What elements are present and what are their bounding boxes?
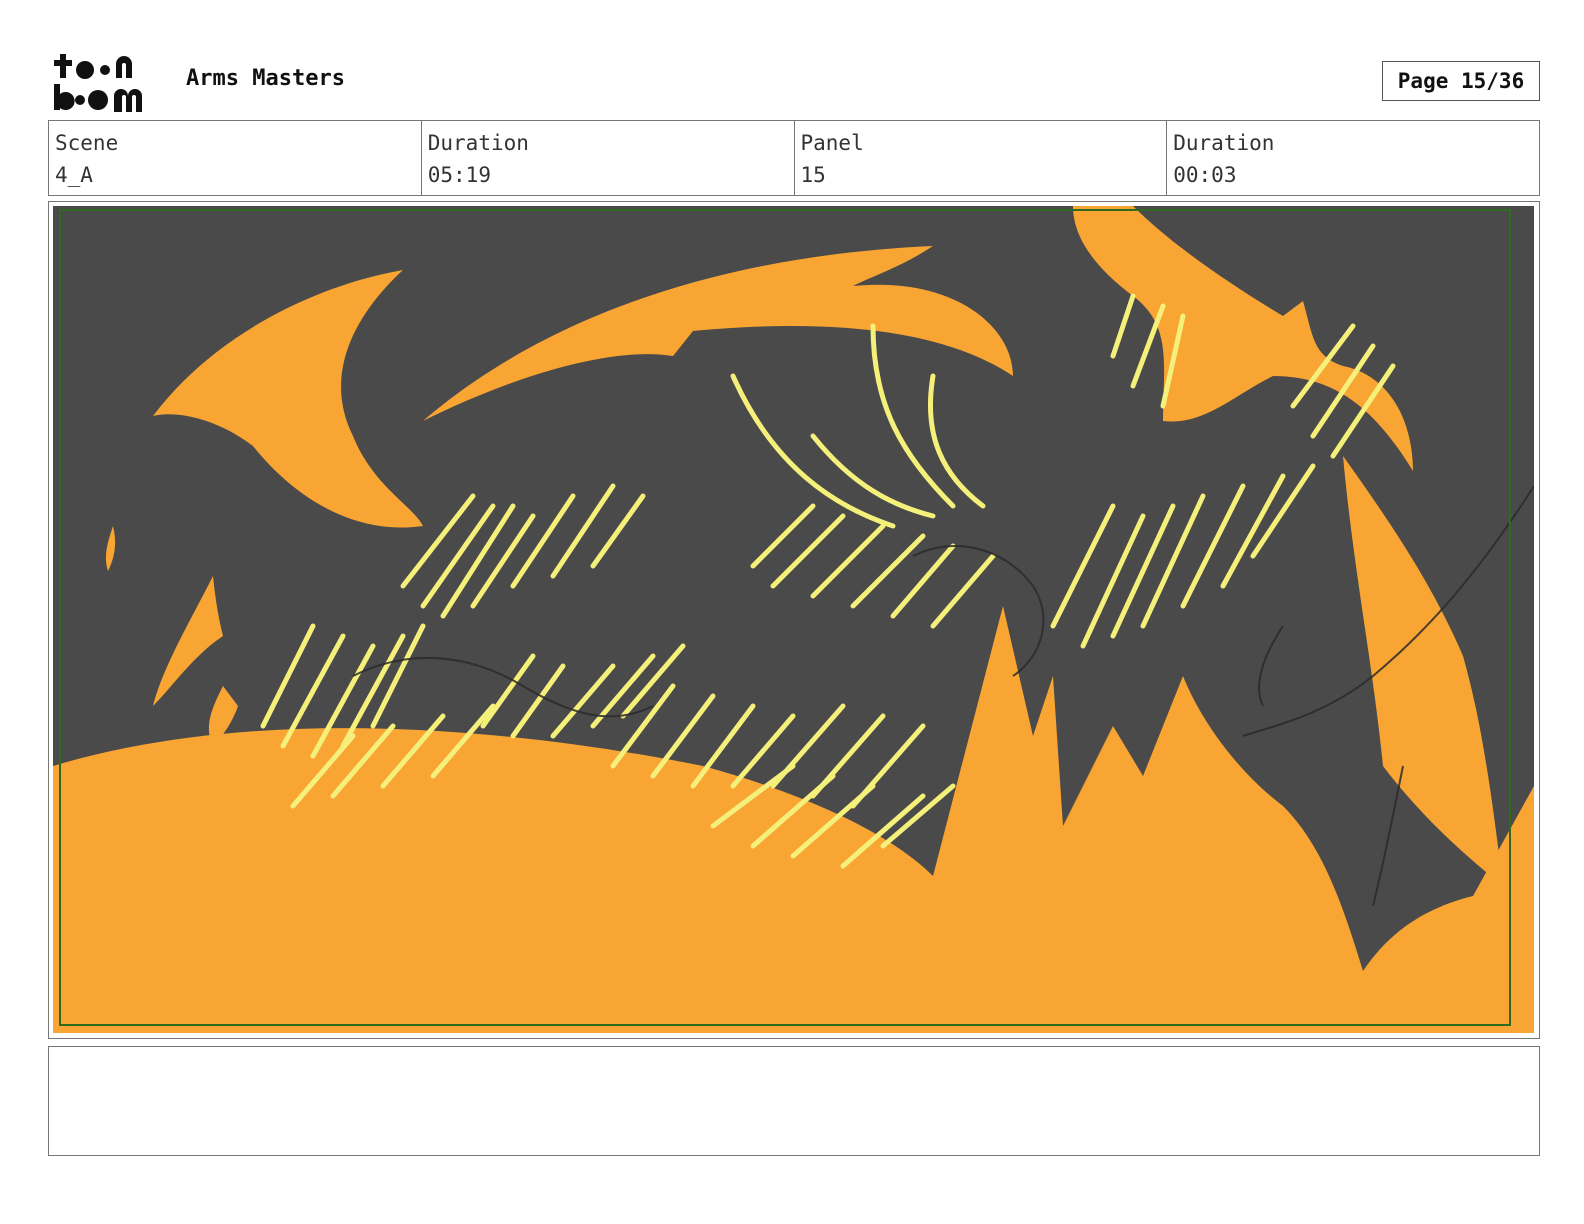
- panel-value: 15: [800, 163, 826, 187]
- scene-duration-label: Duration: [427, 131, 529, 155]
- scene-duration-value: 05:19: [427, 163, 491, 187]
- panel-duration-cell: Duration 00:03: [1167, 121, 1539, 195]
- scene-label: Scene: [55, 131, 119, 155]
- storyboard-panel: [48, 201, 1540, 1039]
- panel-info-bar: Scene 4_A Duration 05:19 Panel 15 Durati…: [48, 120, 1540, 196]
- panel-cell: Panel 15: [795, 121, 1168, 195]
- scene-cell: Scene 4_A: [49, 121, 422, 195]
- toon-boom-logo-icon: [54, 54, 142, 112]
- scene-value: 4_A: [55, 163, 93, 187]
- scene-duration-cell: Duration 05:19: [422, 121, 795, 195]
- panel-notes: [48, 1046, 1540, 1156]
- project-title: Arms Masters: [186, 66, 345, 91]
- panel-label: Panel: [800, 131, 864, 155]
- toon-boom-logo: [50, 50, 166, 114]
- panel-duration-label: Duration: [1173, 131, 1275, 155]
- panel-sketch-image: [53, 206, 1534, 1033]
- panel-duration-value: 00:03: [1173, 163, 1237, 187]
- page-indicator: Page 15/36: [1382, 61, 1540, 101]
- panel-artwork: [53, 206, 1534, 1033]
